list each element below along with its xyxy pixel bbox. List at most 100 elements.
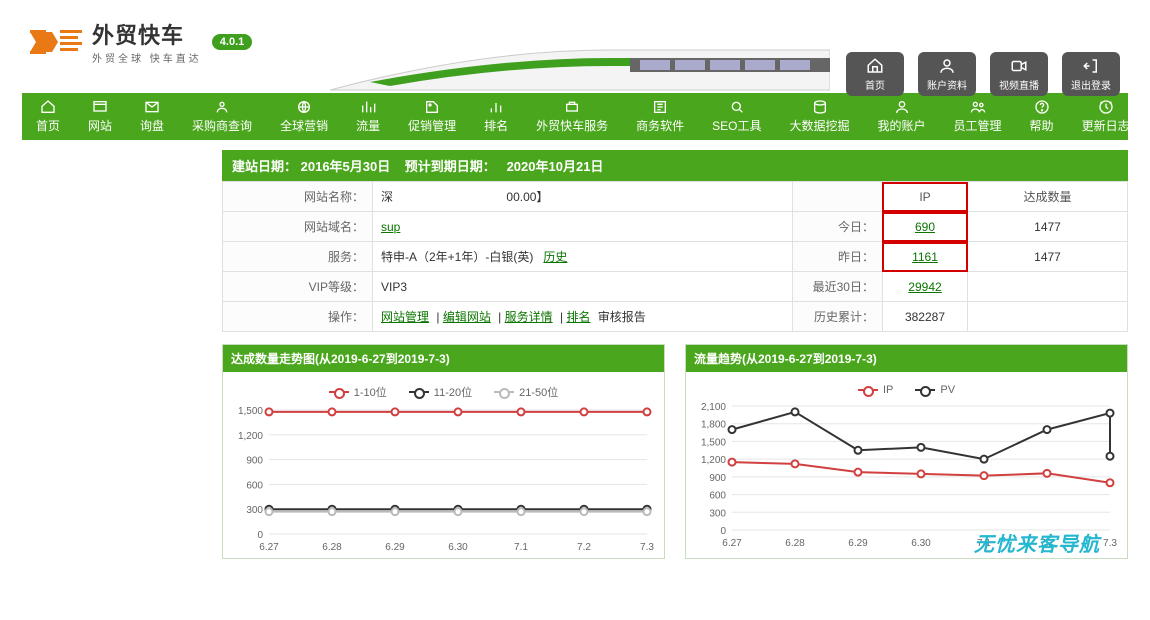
changelog-icon bbox=[1098, 99, 1114, 115]
service-history-link[interactable]: 历史 bbox=[543, 250, 567, 264]
stats-yesterday-ip: 1161 bbox=[882, 242, 967, 272]
stats-yesterday-reach: 1477 bbox=[968, 242, 1128, 272]
top-action-home[interactable]: 首页 bbox=[846, 52, 904, 96]
top-action-logout[interactable]: 退出登录 bbox=[1062, 52, 1120, 96]
svg-text:900: 900 bbox=[709, 473, 726, 484]
chart-title: 达成数量走势图(从2019-6-27到2019-7-3) bbox=[223, 345, 664, 372]
svg-text:900: 900 bbox=[246, 456, 263, 467]
svg-text:7.2: 7.2 bbox=[577, 542, 591, 553]
value-ops: 网站管理 | 编辑网站 | 服务详情 | 排名 审核报告 bbox=[373, 302, 793, 332]
top-action-live[interactable]: 视频直播 bbox=[990, 52, 1048, 96]
nav-item-site[interactable]: 网站 bbox=[74, 93, 126, 140]
ip-link-30d[interactable]: 29942 bbox=[908, 280, 941, 294]
nav-item-account[interactable]: 我的账户 bbox=[864, 93, 940, 140]
svg-text:300: 300 bbox=[709, 508, 726, 519]
nav-label: 我的账户 bbox=[878, 117, 926, 134]
nav-label: 排名 bbox=[484, 117, 508, 134]
svg-text:600: 600 bbox=[709, 491, 726, 502]
nav-item-inquiry[interactable]: 询盘 bbox=[126, 93, 178, 140]
nav-label: 全球营销 bbox=[280, 117, 328, 134]
build-date: 2016年5月30日 bbox=[301, 159, 391, 174]
svg-text:600: 600 bbox=[246, 480, 263, 491]
chart-legend: 1-10位 11-20位 21-50位 bbox=[227, 378, 660, 406]
help-icon bbox=[1034, 99, 1050, 115]
chart-title: 流量趋势(从2019-6-27到2019-7-3) bbox=[686, 345, 1127, 372]
account-icon bbox=[894, 99, 910, 115]
chart-left-svg: 03006009001,2001,5006.276.286.296.307.17… bbox=[227, 406, 657, 556]
buyer-icon bbox=[214, 99, 230, 115]
svg-text:1,500: 1,500 bbox=[238, 406, 263, 417]
staff-icon bbox=[970, 99, 986, 115]
svg-text:7.1: 7.1 bbox=[514, 542, 528, 553]
value-domain: sup bbox=[373, 212, 793, 242]
nav-item-cs[interactable]: 在线客服 bbox=[1144, 93, 1150, 140]
nav-label: 采购商查询 bbox=[192, 117, 252, 134]
op-audit-report: 审核报告 bbox=[598, 310, 646, 324]
stats-row-label: 历史累计： bbox=[792, 302, 882, 332]
brand-tagline: 外贸全球 快车直达 bbox=[92, 50, 202, 65]
version-badge: 4.0.1 bbox=[212, 34, 252, 50]
legend-marker-icon bbox=[858, 389, 878, 391]
label-ops: 操作： bbox=[223, 302, 373, 332]
stats-head-empty bbox=[792, 182, 882, 212]
svg-text:6.27: 6.27 bbox=[722, 538, 742, 549]
svg-text:0: 0 bbox=[257, 530, 263, 541]
stats-row-label: 今日： bbox=[792, 212, 882, 242]
stats-head-reach: 达成数量 bbox=[968, 182, 1128, 212]
ip-link-yesterday[interactable]: 1161 bbox=[912, 250, 938, 264]
stats-total-reach bbox=[968, 302, 1128, 332]
svg-text:6.30: 6.30 bbox=[448, 542, 468, 553]
home-icon bbox=[40, 99, 56, 115]
chart-traffic-trend: 流量趋势(从2019-6-27到2019-7-3) IP PV 03006009… bbox=[685, 344, 1128, 559]
legend-marker-icon bbox=[409, 391, 429, 393]
global-icon bbox=[296, 99, 312, 115]
chart-legend: IP PV bbox=[690, 378, 1123, 402]
legend-label: PV bbox=[940, 384, 955, 396]
stats-head-ip: IP bbox=[882, 182, 967, 212]
svg-text:1,800: 1,800 bbox=[701, 420, 726, 431]
expire-prefix: 预计到期日期： bbox=[405, 159, 496, 174]
svg-text:7.3: 7.3 bbox=[1103, 538, 1117, 549]
stats-row-label: 最近30日： bbox=[792, 272, 882, 302]
top-action-bar: 首页 账户资料 视频直播 退出登录 bbox=[846, 52, 1120, 96]
value-service: 特申-A（2年+1年）-白银(英) 历史 bbox=[373, 242, 793, 272]
svg-text:6.30: 6.30 bbox=[911, 538, 931, 549]
ip-link-today[interactable]: 690 bbox=[915, 220, 935, 234]
expire-date: 2020年10月21日 bbox=[507, 159, 604, 174]
stats-total-ip: 382287 bbox=[882, 302, 967, 332]
domain-link[interactable]: sup bbox=[381, 220, 400, 234]
app-root: 外贸快车 外贸全球 快车直达 4.0.1 首页 账户资料 bbox=[0, 0, 1150, 569]
nav-item-changelog[interactable]: 更新日志 bbox=[1068, 93, 1144, 140]
label-domain: 网站域名： bbox=[223, 212, 373, 242]
label-vip: VIP等级： bbox=[223, 272, 373, 302]
svg-text:6.28: 6.28 bbox=[785, 538, 805, 549]
stats-today-ip: 690 bbox=[882, 212, 967, 242]
logo: 外贸快车 外贸全球 快车直达 bbox=[30, 18, 202, 65]
nav-item-buyer[interactable]: 采购商查询 bbox=[178, 93, 266, 140]
svg-text:6.28: 6.28 bbox=[322, 542, 342, 553]
nav-label: 网站 bbox=[88, 117, 112, 134]
op-rank[interactable]: 排名 bbox=[566, 310, 590, 324]
info-table: 网站名称： 深 00.00】 IP 达成数量 网站域名： sup 今日： bbox=[222, 181, 1128, 332]
op-service-detail[interactable]: 服务详情 bbox=[505, 310, 553, 324]
svg-text:300: 300 bbox=[246, 505, 263, 516]
top-action-label: 退出登录 bbox=[1071, 77, 1111, 92]
nav-label: 大数据挖掘 bbox=[790, 117, 850, 134]
nav-label: 外贸快车服务 bbox=[536, 117, 608, 134]
stats-30d-ip: 29942 bbox=[882, 272, 967, 302]
train-icon bbox=[330, 40, 830, 103]
nav-label: 首页 bbox=[36, 117, 60, 134]
legend-label: 21-50位 bbox=[519, 384, 558, 400]
nav-item-staff[interactable]: 员工管理 bbox=[940, 93, 1016, 140]
op-site-manage[interactable]: 网站管理 bbox=[381, 310, 429, 324]
nav-item-help[interactable]: 帮助 bbox=[1016, 93, 1068, 140]
nav-item-home[interactable]: 首页 bbox=[22, 93, 74, 140]
stats-row-label: 昨日： bbox=[792, 242, 882, 272]
top-action-label: 视频直播 bbox=[999, 77, 1039, 92]
nav-label: 更新日志 bbox=[1082, 117, 1130, 134]
op-site-edit[interactable]: 编辑网站 bbox=[443, 310, 491, 324]
nav-label: 商务软件 bbox=[636, 117, 684, 134]
info-panel-header: 建站日期： 2016年5月30日 预计到期日期： 2020年10月21日 bbox=[222, 150, 1128, 181]
top-action-label: 账户资料 bbox=[927, 77, 967, 92]
top-action-profile[interactable]: 账户资料 bbox=[918, 52, 976, 96]
